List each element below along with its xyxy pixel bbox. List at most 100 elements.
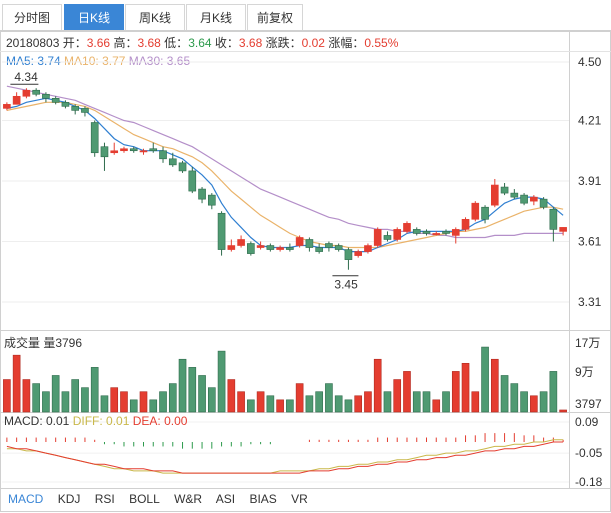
volume-bar [325,383,333,413]
price-axis: 4.50 4.21 3.91 3.61 3.31 [578,55,602,309]
price-annotations: 4.34 3.45 [10,70,359,292]
volume-bar [461,362,470,413]
volume-bar [539,391,548,413]
info-date: 20180803 [6,36,60,50]
candle-body [3,104,11,109]
tab-forward-adjust[interactable]: 前复权 [247,4,303,30]
candle-body [51,98,60,103]
candle-body [217,212,226,250]
candle-body [471,202,480,220]
volume-bar [481,346,489,413]
volume-bar [22,379,31,413]
candle-body [383,235,392,240]
volume-bar [520,391,528,413]
candle-body [42,93,50,99]
volume-bar [315,391,323,413]
indicator-tabs: MACD KDJ RSI BOLL W&R ASI BIAS VR [8,492,319,506]
volume-bar [500,375,509,413]
macd-legend: MACD: 0.01 DIFF: 0.01 DEA: 0.00 [4,414,187,428]
info-high-value: 3.68 [137,36,161,50]
volume-bar [276,399,284,413]
volume-tick-label: 9万 [575,365,594,379]
volume-bar [344,399,353,413]
volume-bar [129,399,138,413]
volume-bar [90,367,99,413]
candle-body [227,245,236,250]
candle-body [22,89,31,97]
price-tick-label: 4.21 [578,113,602,127]
candle-body [188,170,197,192]
volume-bar [159,391,167,413]
volume-bars [3,346,567,413]
volume-bar [393,379,402,413]
volume-bar [373,358,382,413]
ma30-legend: MA30: 3.65 [128,54,191,68]
volume-bar [451,371,460,413]
volume-bar [188,367,197,413]
info-close-label: 收： [214,36,239,50]
volume-bar [217,350,226,413]
volume-bar [295,383,304,413]
candle-body [481,206,489,220]
volume-bar [3,379,11,413]
indicator-tab-wr[interactable]: W&R [174,492,202,506]
tab-monthly-k[interactable]: 月K线 [186,4,246,30]
volume-bar [354,395,363,413]
info-pct-label: 涨幅： [328,36,365,50]
candle-body [90,122,99,154]
candle-body [451,229,460,236]
candle-body [364,245,372,252]
volume-bar [81,387,89,413]
ma10-legend: MA10: 3.77 [64,54,126,68]
macd-tick-label: 0.09 [575,415,599,429]
candle-body [520,194,528,204]
candle-body [549,208,558,230]
indicator-tab-boll[interactable]: BOLL [129,492,160,506]
candle-body [198,188,206,200]
volume-bar [12,354,21,413]
volume-bar [471,391,480,413]
ma-lines [6,85,564,253]
volume-bar [559,409,567,413]
dea-value: DEA: 0.00 [132,414,188,428]
candle-body [110,150,119,154]
volume-bar [32,383,40,413]
volume-bar [286,399,294,413]
indicator-tab-macd[interactable]: MACD [8,492,43,506]
candle-body [168,158,177,166]
indicator-tab-vr[interactable]: VR [291,492,308,506]
indicator-tab-rsi[interactable]: RSI [95,492,115,506]
diff-value: DIFF: 0.01 [72,414,130,428]
volume-bar [403,371,411,413]
tab-time-share[interactable]: 分时图 [2,4,62,30]
tab-daily-k[interactable]: 日K线 [64,4,124,30]
ma30-line [6,85,564,239]
price-tick-label: 4.50 [578,55,602,69]
tab-weekly-k[interactable]: 周K线 [125,4,185,30]
info-close-value: 3.68 [238,36,263,50]
volume-bar [383,391,392,413]
macd-lines [6,439,564,474]
indicator-tab-kdj[interactable]: KDJ [58,492,81,506]
candle-body [393,229,402,240]
candle-body [81,108,89,113]
volume-bar [237,391,245,413]
ma5-line [6,97,564,253]
indicator-tab-bias[interactable]: BIAS [249,492,276,506]
chart-tabs: 分时图 日K线 周K线 月K线 前复权 [0,0,611,31]
candle-body [276,247,284,250]
ohlc-info-bar: 20180803 开：3.66 高：3.68 低：3.64 收：3.68 涨跌：… [6,34,398,51]
price-tick-label: 3.31 [578,295,602,309]
volume-bar [198,375,206,413]
kline-chart: 4.50 4.21 3.91 3.61 3.31 17万 9万 3797 0.09 -0.05… [0,31,611,512]
candle-body [325,243,333,248]
volume-bar [256,391,265,413]
candle-body [432,233,441,235]
candle-body [247,243,255,254]
candle-body [178,162,187,172]
indicator-tab-asi[interactable]: ASI [216,492,235,506]
macd-value: MACD: 0.01 [4,414,70,428]
price-tick-label: 3.61 [578,234,602,248]
volume-bar [247,399,255,413]
chart-grid [0,31,611,512]
